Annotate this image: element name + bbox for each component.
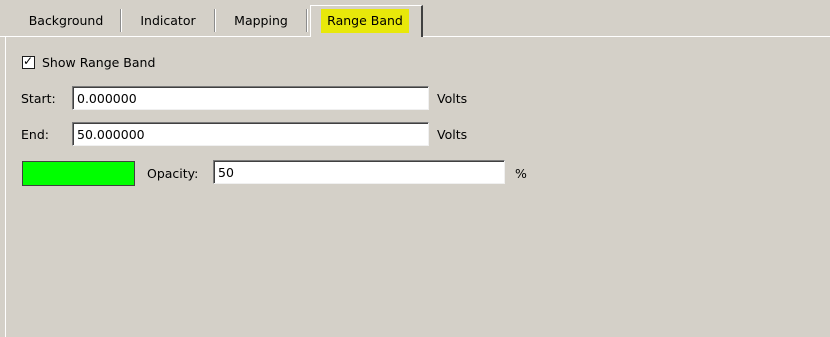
show-range-band-row[interactable]: ✓ Show Range Band — [22, 54, 155, 70]
start-label: Start: — [21, 91, 56, 106]
tab-background[interactable]: Background — [14, 8, 118, 34]
checkmark-icon: ✓ — [23, 53, 34, 68]
opacity-unit-label: % — [515, 166, 527, 181]
range-band-panel — [5, 37, 830, 337]
tab-separator — [306, 9, 308, 32]
tab-range-band[interactable]: Range Band — [311, 6, 419, 36]
tab-range-band-label: Range Band — [321, 9, 409, 33]
opacity-label: Opacity: — [147, 166, 199, 181]
show-range-band-label: Show Range Band — [42, 54, 156, 70]
start-unit-label: Volts — [437, 91, 468, 106]
show-range-band-checkbox[interactable]: ✓ — [22, 53, 35, 69]
tab-background-label: Background — [28, 13, 104, 28]
tab-separator — [214, 9, 216, 32]
range-band-color-swatch[interactable] — [22, 161, 135, 186]
tab-strip: Background Indicator Mapping Range Band — [0, 0, 830, 37]
tab-mapping-label: Mapping — [234, 13, 288, 28]
end-unit-label: Volts — [437, 127, 468, 142]
tab-indicator-label: Indicator — [140, 13, 196, 28]
tab-indicator[interactable]: Indicator — [124, 8, 212, 34]
opacity-input[interactable] — [213, 160, 505, 184]
start-input[interactable] — [72, 86, 429, 110]
tab-separator — [120, 9, 122, 32]
end-input[interactable] — [72, 122, 429, 146]
end-label: End: — [21, 127, 49, 142]
tab-mapping[interactable]: Mapping — [218, 8, 304, 34]
